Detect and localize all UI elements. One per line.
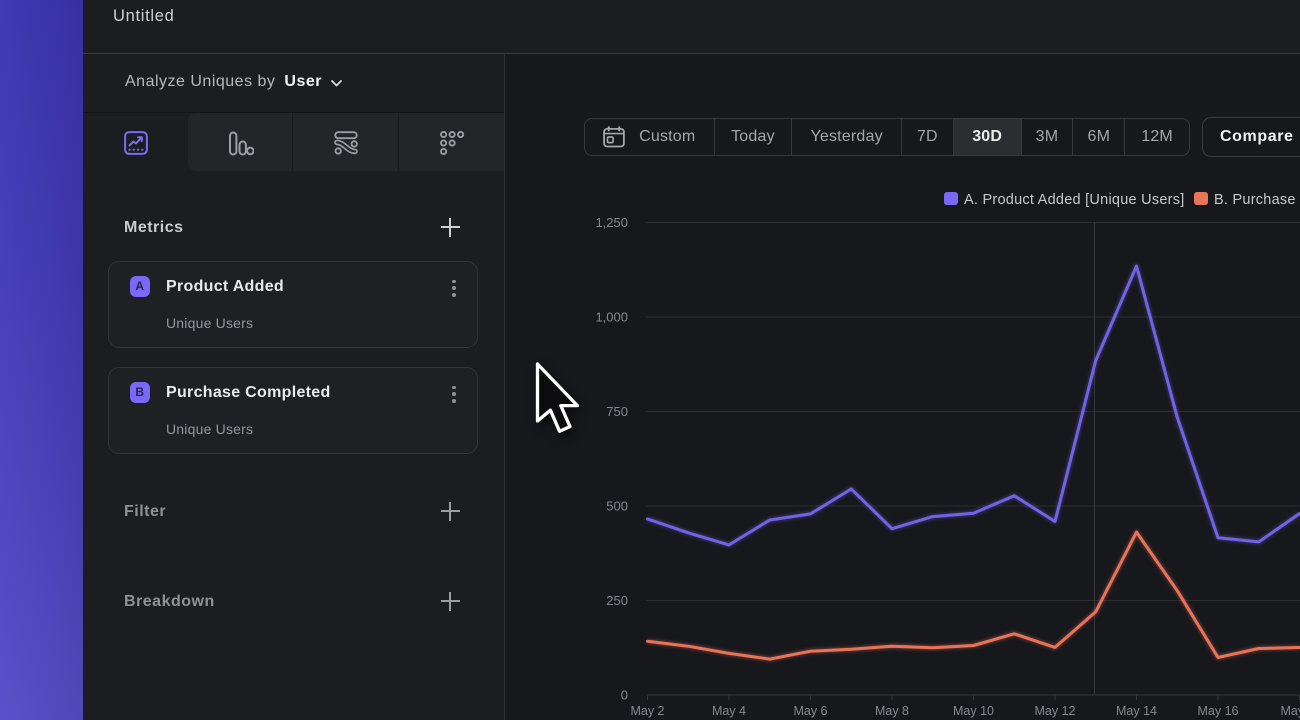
svg-text:May 6: May 6 — [793, 704, 827, 718]
svg-text:250: 250 — [606, 593, 628, 608]
svg-text:May 8: May 8 — [875, 704, 909, 718]
svg-text:May 18: May 18 — [1281, 704, 1300, 718]
svg-text:1,250: 1,250 — [595, 215, 628, 230]
svg-text:May 12: May 12 — [1035, 704, 1076, 718]
svg-text:May 14: May 14 — [1116, 704, 1157, 718]
svg-text:750: 750 — [606, 404, 628, 419]
svg-text:May 2: May 2 — [630, 704, 664, 718]
svg-text:May 16: May 16 — [1198, 704, 1239, 718]
svg-text:0: 0 — [621, 688, 628, 703]
svg-text:1,000: 1,000 — [595, 310, 628, 325]
svg-text:May 4: May 4 — [712, 704, 746, 718]
svg-text:500: 500 — [606, 499, 628, 514]
svg-text:May 10: May 10 — [953, 704, 994, 718]
